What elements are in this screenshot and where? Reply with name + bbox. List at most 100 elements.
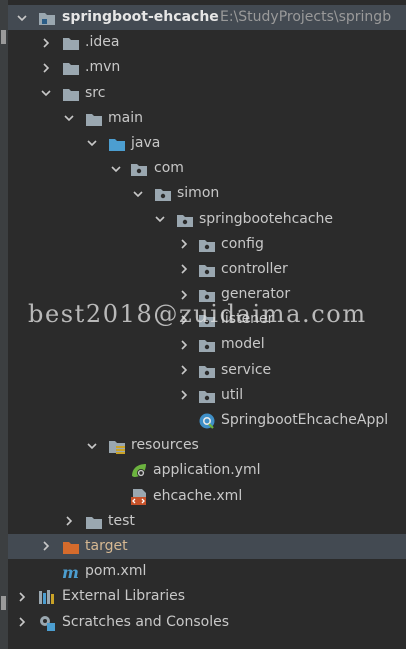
tree-row-target[interactable]: target bbox=[8, 533, 406, 560]
tree-row-config[interactable]: config bbox=[8, 232, 406, 257]
package-icon bbox=[198, 286, 216, 304]
chevron-down-icon[interactable] bbox=[132, 181, 144, 206]
class-label: SpringbootEhcacheAppl bbox=[221, 412, 389, 428]
chevron-down-icon[interactable] bbox=[110, 156, 122, 181]
chevron-right-icon[interactable] bbox=[40, 30, 52, 55]
folder-label: resources bbox=[131, 437, 199, 454]
tree-row-pom[interactable]: m pom.xml bbox=[8, 559, 406, 584]
chevron-right-icon[interactable] bbox=[16, 584, 28, 609]
project-tree: springboot-ehcache E:\StudyProjects\spri… bbox=[8, 5, 406, 635]
chevron-down-icon[interactable] bbox=[154, 207, 166, 232]
chevron-right-icon[interactable] bbox=[40, 55, 52, 80]
folder-label: test bbox=[108, 512, 135, 529]
excluded-folder-icon bbox=[62, 538, 80, 556]
tree-row-generator[interactable]: generator bbox=[8, 282, 406, 307]
tree-row-model[interactable]: model bbox=[8, 332, 406, 357]
scratches-icon bbox=[38, 614, 56, 632]
maven-icon: m bbox=[62, 563, 80, 581]
package-label: listener bbox=[221, 311, 274, 328]
package-label: model bbox=[221, 336, 265, 353]
tree-row-src[interactable]: src bbox=[8, 81, 406, 106]
tree-row-test[interactable]: test bbox=[8, 509, 406, 534]
package-label: generator bbox=[221, 286, 291, 303]
folder-label: src bbox=[85, 84, 106, 101]
tree-row-service[interactable]: service bbox=[8, 358, 406, 383]
package-icon bbox=[198, 261, 216, 279]
strip-tab-marker[interactable] bbox=[1, 596, 6, 610]
tree-row-external-libraries[interactable]: External Libraries bbox=[8, 584, 406, 609]
chevron-right-icon[interactable] bbox=[178, 232, 190, 257]
tree-row-springbootehcache[interactable]: springbootehcache bbox=[8, 207, 406, 232]
tree-row-util[interactable]: util bbox=[8, 383, 406, 408]
tree-row-resources[interactable]: resources bbox=[8, 433, 406, 458]
folder-icon bbox=[62, 85, 80, 103]
chevron-down-icon[interactable] bbox=[86, 433, 98, 458]
xml-file-icon bbox=[130, 488, 148, 506]
tree-row-scratches[interactable]: Scratches and Consoles bbox=[8, 610, 406, 635]
chevron-right-icon[interactable] bbox=[178, 257, 190, 282]
package-label: service bbox=[221, 361, 272, 378]
tree-row-application-yml[interactable]: application.yml bbox=[8, 458, 406, 483]
chevron-right-icon[interactable] bbox=[178, 332, 190, 357]
tree-row-main[interactable]: main bbox=[8, 106, 406, 131]
folder-label: main bbox=[108, 109, 143, 126]
chevron-right-icon[interactable] bbox=[63, 509, 75, 534]
tree-row-listener[interactable]: listener bbox=[8, 307, 406, 332]
package-label: springbootehcache bbox=[199, 210, 334, 227]
package-label: config bbox=[221, 235, 264, 252]
tree-row-controller[interactable]: controller bbox=[8, 257, 406, 282]
package-icon bbox=[154, 185, 172, 203]
file-label: application.yml bbox=[153, 462, 261, 479]
node-label: External Libraries bbox=[62, 588, 185, 605]
chevron-down-icon[interactable] bbox=[86, 131, 98, 156]
tree-row-idea[interactable]: .idea bbox=[8, 30, 406, 55]
chevron-right-icon[interactable] bbox=[40, 534, 52, 559]
tree-row-mvn[interactable]: .mvn bbox=[8, 55, 406, 80]
module-folder-icon bbox=[38, 9, 56, 27]
source-folder-icon bbox=[108, 135, 126, 153]
package-label: controller bbox=[221, 260, 288, 277]
chevron-right-icon[interactable] bbox=[178, 358, 190, 383]
folder-icon bbox=[62, 34, 80, 52]
package-icon bbox=[198, 236, 216, 254]
chevron-down-icon[interactable] bbox=[63, 106, 75, 131]
tree-row-root[interactable]: springboot-ehcache E:\StudyProjects\spri… bbox=[8, 5, 406, 31]
module-name: springboot-ehcache bbox=[62, 9, 219, 25]
tool-window-strip bbox=[0, 0, 8, 649]
package-label: com bbox=[154, 160, 184, 177]
spring-boot-class-icon bbox=[198, 412, 216, 430]
chevron-down-icon[interactable] bbox=[40, 81, 52, 106]
folder-label: java bbox=[131, 134, 161, 151]
package-label: simon bbox=[177, 185, 220, 202]
tree-row-app-class[interactable]: SpringbootEhcacheAppl bbox=[8, 408, 406, 433]
folder-icon bbox=[85, 513, 103, 531]
tree-row-ehcache-xml[interactable]: ehcache.xml bbox=[8, 484, 406, 509]
package-icon bbox=[198, 362, 216, 380]
tree-row-java[interactable]: java bbox=[8, 131, 406, 156]
file-label: pom.xml bbox=[85, 563, 147, 580]
node-label: Scratches and Consoles bbox=[62, 613, 229, 630]
libraries-icon bbox=[38, 588, 56, 606]
module-path: E:\StudyProjects\springb bbox=[220, 9, 392, 25]
file-label: ehcache.xml bbox=[153, 487, 243, 504]
folder-label: .mvn bbox=[85, 59, 121, 76]
tree-row-com[interactable]: com bbox=[8, 156, 406, 181]
chevron-right-icon[interactable] bbox=[178, 383, 190, 408]
tree-row-simon[interactable]: simon bbox=[8, 181, 406, 206]
package-icon bbox=[198, 387, 216, 405]
chevron-right-icon[interactable] bbox=[178, 307, 190, 332]
svg-text:m: m bbox=[62, 563, 79, 581]
package-icon bbox=[130, 160, 148, 178]
resources-folder-icon bbox=[108, 437, 126, 455]
chevron-right-icon[interactable] bbox=[16, 610, 28, 635]
folder-label: .idea bbox=[85, 34, 120, 51]
folder-label: target bbox=[85, 537, 128, 554]
folder-icon bbox=[85, 110, 103, 128]
package-icon bbox=[198, 311, 216, 329]
package-label: util bbox=[221, 386, 244, 403]
spring-config-icon bbox=[130, 462, 148, 480]
strip-tab-marker[interactable] bbox=[1, 30, 6, 44]
chevron-right-icon[interactable] bbox=[178, 282, 190, 307]
package-icon bbox=[176, 211, 194, 229]
chevron-down-icon[interactable] bbox=[16, 5, 28, 30]
